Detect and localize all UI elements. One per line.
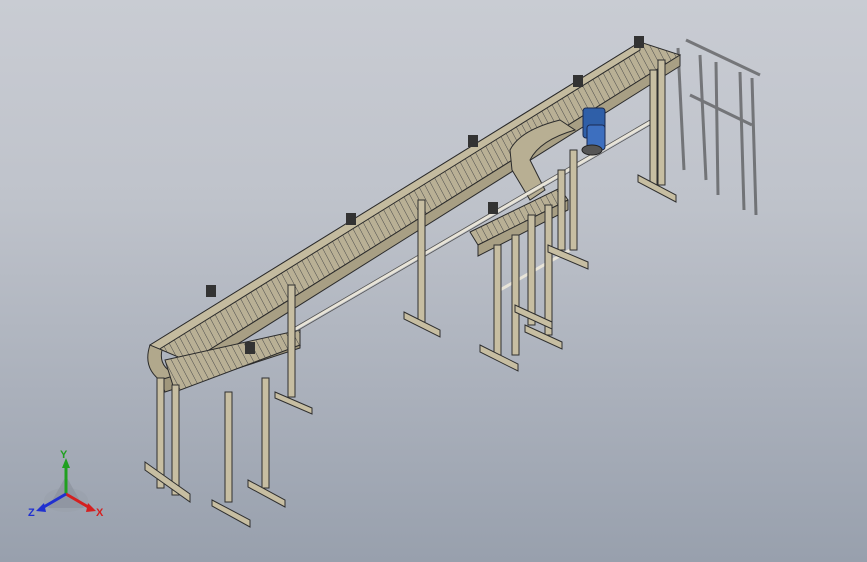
orientation-triad[interactable]: Y X Z	[26, 448, 106, 524]
main-conveyor[interactable]	[147, 41, 682, 393]
x-axis-arrow	[86, 503, 96, 512]
z-axis-label: Z	[28, 507, 35, 519]
x-axis-label: X	[96, 507, 104, 519]
cad-viewport[interactable]: Y X Z	[0, 0, 867, 562]
y-axis-label: Y	[60, 449, 68, 461]
ghost-frame	[676, 38, 761, 216]
drive-motor[interactable]	[581, 107, 606, 156]
conveyor-model[interactable]	[0, 0, 867, 562]
z-axis-arrow	[36, 503, 46, 512]
